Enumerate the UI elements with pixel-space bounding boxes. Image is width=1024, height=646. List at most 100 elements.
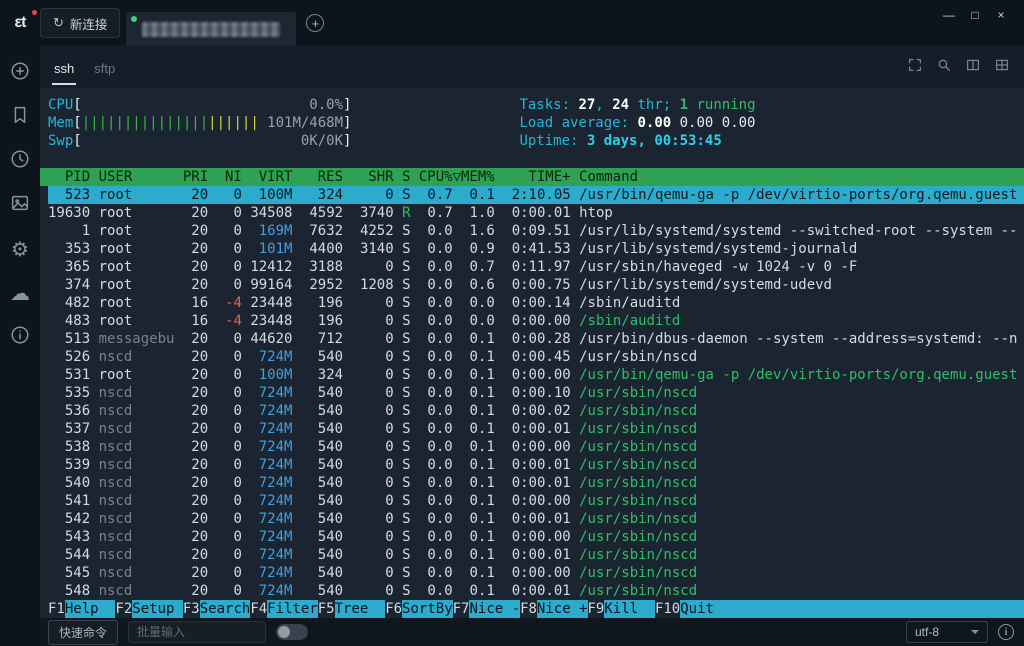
fkey-label[interactable]: Nice -	[469, 600, 520, 618]
fullscreen-icon[interactable]	[907, 57, 923, 78]
tab-bar: ↻ 新连接 +	[40, 0, 324, 46]
grid-layout-icon[interactable]	[994, 57, 1010, 78]
cloud-icon: ☁	[10, 282, 30, 304]
window-controls: — □ ×	[936, 0, 1024, 46]
sidebar-item-sync[interactable]: ☁	[9, 282, 31, 304]
process-row[interactable]: 540 nscd 20 0 724M 540 0 S 0.0 0.1 0:00.…	[48, 474, 1024, 492]
app-logo[interactable]: εt	[0, 0, 40, 46]
clock-icon	[9, 148, 31, 175]
process-row[interactable]: 365 root 20 0 12412 3188 0 S 0.0 0.7 0:1…	[48, 258, 1024, 276]
fkey-key: F5	[318, 600, 335, 618]
session-tab[interactable]	[126, 12, 296, 46]
fkey-key: F10	[655, 600, 680, 618]
process-row[interactable]: 353 root 20 0 101M 4400 3140 S 0.0 0.9 0…	[48, 240, 1024, 258]
sidebar-item-about[interactable]	[9, 326, 31, 348]
toggle-knob	[278, 626, 290, 638]
refresh-icon: ↻	[53, 15, 64, 31]
quick-command-button[interactable]: 快速命令	[48, 620, 118, 645]
fkey-label[interactable]: Nice +	[537, 600, 588, 618]
fkey-bar-filler	[714, 600, 1024, 618]
electerm-window: εt ↻ 新连接 + — □ ×	[0, 0, 1024, 646]
fkey-key: F2	[115, 600, 132, 618]
process-row[interactable]: 541 nscd 20 0 724M 540 0 S 0.0 0.1 0:00.…	[48, 492, 1024, 510]
fkey-key: F6	[385, 600, 402, 618]
cpu-meter: CPU[0.0%]	[48, 96, 351, 114]
process-row[interactable]: 544 nscd 20 0 724M 540 0 S 0.0 0.1 0:00.…	[48, 546, 1024, 564]
process-row[interactable]: 483 root 16 -4 23448 196 0 S 0.0 0.0 0:0…	[48, 312, 1024, 330]
process-row[interactable]: 536 nscd 20 0 724M 540 0 S 0.0 0.1 0:00.…	[48, 402, 1024, 420]
process-row[interactable]: 548 nscd 20 0 724M 540 0 S 0.0 0.1 0:00.…	[48, 582, 1024, 600]
process-row[interactable]: 539 nscd 20 0 724M 540 0 S 0.0 0.1 0:00.…	[48, 456, 1024, 474]
fkey-label[interactable]: Kill	[604, 600, 655, 618]
terminal-info-icon[interactable]: i	[998, 624, 1014, 640]
encoding-select[interactable]: utf-8	[906, 621, 988, 643]
fkey-key: F4	[250, 600, 267, 618]
process-row[interactable]: 523 root 20 0 100M 324 0 S 0.7 0.1 2:10.…	[48, 186, 1024, 204]
app-logo-text: εt	[15, 14, 26, 32]
mem-meter: Mem[|||||||||||||||||||||101M/468M]	[48, 114, 351, 132]
process-row[interactable]: 513 messagebu 20 0 44620 712 0 S 0.0 0.1…	[48, 330, 1024, 348]
maximize-button[interactable]: □	[962, 8, 988, 22]
batch-input-field[interactable]	[128, 621, 266, 643]
fkey-label[interactable]: Search	[200, 600, 251, 618]
title-bar: εt ↻ 新连接 + — □ ×	[0, 0, 1024, 46]
process-row[interactable]: 545 nscd 20 0 724M 540 0 S 0.0 0.1 0:00.…	[48, 564, 1024, 582]
fkey-label[interactable]: Help	[65, 600, 116, 618]
process-row[interactable]: 537 nscd 20 0 724M 540 0 S 0.0 0.1 0:00.…	[48, 420, 1024, 438]
new-connection-label: 新连接	[70, 14, 108, 33]
process-row[interactable]: 535 nscd 20 0 724M 540 0 S 0.0 0.1 0:00.…	[48, 384, 1024, 402]
fkey-key: F7	[453, 600, 470, 618]
sidebar: ⚙ ☁	[0, 46, 40, 646]
session-mode-bar: ssh sftp	[40, 46, 1024, 88]
function-key-bar: F1Help F2Setup F3SearchF4FilterF5Tree F6…	[40, 600, 1024, 618]
tab-sftp[interactable]: sftp	[92, 50, 117, 85]
fkey-label[interactable]: Tree	[335, 600, 386, 618]
bookmark-icon	[9, 104, 31, 131]
gear-icon: ⚙	[11, 238, 29, 260]
process-rows: 523 root 20 0 100M 324 0 S 0.7 0.1 2:10.…	[40, 186, 1024, 600]
close-button[interactable]: ×	[988, 8, 1014, 22]
sidebar-item-history[interactable]	[9, 150, 31, 172]
fkey-key: F3	[183, 600, 200, 618]
chevron-down-icon	[971, 630, 979, 634]
htop-meter-area: CPU[0.0%] Mem[|||||||||||||||||||||101M/…	[40, 96, 1024, 150]
tasks-summary: Tasks: 27, 24 thr; 1 running	[519, 96, 755, 114]
tab-ssh[interactable]: ssh	[52, 50, 76, 85]
process-row[interactable]: 19630 root 20 0 34508 4592 3740 R 0.7 1.…	[48, 204, 1024, 222]
load-average: Load average: 0.00 0.00 0.00	[519, 114, 755, 132]
notification-dot	[32, 10, 37, 15]
process-row[interactable]: 526 nscd 20 0 724M 540 0 S 0.0 0.1 0:00.…	[48, 348, 1024, 366]
fkey-label[interactable]: SortBy	[402, 600, 453, 618]
add-tab-button[interactable]: +	[306, 14, 324, 32]
uptime: Uptime: 3 days, 00:53:45	[519, 132, 755, 150]
process-row[interactable]: 482 root 16 -4 23448 196 0 S 0.0 0.0 0:0…	[48, 294, 1024, 312]
image-icon	[9, 192, 31, 219]
batch-input-toggle[interactable]	[276, 624, 308, 640]
sidebar-item-images[interactable]	[9, 194, 31, 216]
fkey-key: F9	[588, 600, 605, 618]
sidebar-item-new-connection[interactable]	[9, 62, 31, 84]
process-row[interactable]: 531 root 20 0 100M 324 0 S 0.0 0.1 0:00.…	[48, 366, 1024, 384]
fkey-label[interactable]: Setup	[132, 600, 183, 618]
fkey-key: F1	[48, 600, 65, 618]
process-row[interactable]: 1 root 20 0 169M 7632 4252 S 0.0 1.6 0:0…	[48, 222, 1024, 240]
terminal[interactable]: CPU[0.0%] Mem[|||||||||||||||||||||101M/…	[40, 88, 1024, 618]
process-row[interactable]: 543 nscd 20 0 724M 540 0 S 0.0 0.1 0:00.…	[48, 528, 1024, 546]
fkey-label[interactable]: Quit	[680, 600, 714, 618]
process-row[interactable]: 374 root 20 0 99164 2952 1208 S 0.0 0.6 …	[48, 276, 1024, 294]
sidebar-item-settings[interactable]: ⚙	[9, 238, 31, 260]
connection-status-dot	[131, 16, 137, 22]
process-row[interactable]: 542 nscd 20 0 724M 540 0 S 0.0 0.1 0:00.…	[48, 510, 1024, 528]
fkey-key: F8	[520, 600, 537, 618]
sidebar-item-bookmarks[interactable]	[9, 106, 31, 128]
process-table-header[interactable]: PID USER PRI NI VIRT RES SHR S CPU%▽MEM%…	[40, 168, 1024, 186]
fkey-label[interactable]: Filter	[267, 600, 318, 618]
encoding-value: utf-8	[915, 625, 939, 639]
search-icon[interactable]	[936, 57, 952, 78]
minimize-button[interactable]: —	[936, 8, 962, 22]
tab-title-masked	[142, 22, 280, 37]
process-row[interactable]: 538 nscd 20 0 724M 540 0 S 0.0 0.1 0:00.…	[48, 438, 1024, 456]
split-screen-icon[interactable]	[965, 57, 981, 78]
bottom-bar: 快速命令 utf-8 i	[40, 618, 1024, 646]
new-connection-button[interactable]: ↻ 新连接	[40, 8, 120, 38]
